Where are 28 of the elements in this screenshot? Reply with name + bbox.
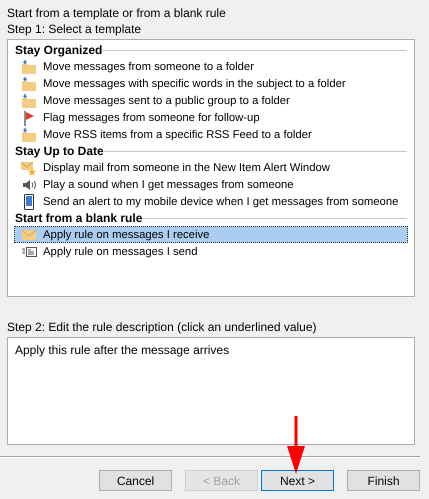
phone-icon	[21, 194, 37, 210]
template-item[interactable]: Display mail from someone in the New Item Alert Window	[14, 159, 408, 176]
template-item[interactable]: Play a sound when I get messages from someone	[14, 176, 408, 193]
template-item[interactable]: Send an alert to my mobile device when I get messages from someone	[14, 193, 408, 210]
group-heading: Start from a blank rule	[14, 211, 142, 225]
template-item[interactable]: Move RSS items from a specific RSS Feed to a folder	[14, 126, 408, 143]
template-item[interactable]: Apply rule on messages I receive	[14, 226, 408, 243]
template-item[interactable]: Move messages with specific words in the subject to a folder	[14, 75, 408, 92]
envelope-icon	[21, 226, 37, 242]
envelope-star-icon	[21, 160, 37, 176]
group-heading: Stay Up to Date	[14, 144, 104, 158]
template-item[interactable]: Move messages from someone to a folder	[14, 58, 408, 75]
dialog-button[interactable]: Cancel	[99, 470, 172, 491]
dialog-button[interactable]: Next >	[261, 470, 334, 491]
template-item[interactable]: Apply rule on messages I send	[14, 243, 408, 260]
folder-icon	[21, 58, 37, 74]
dialog-button[interactable]: Finish	[347, 470, 420, 491]
step-label: Step 2: Edit the rule description (click an underlined value)	[7, 319, 318, 335]
folder-icon	[21, 126, 37, 142]
template-item[interactable]: Flag messages from someone for follow-up	[14, 109, 408, 126]
folder-icon	[21, 92, 37, 108]
folder-icon	[21, 76, 37, 92]
rule-description-text: Apply this rule after the message arrives	[15, 343, 230, 357]
dialog-heading: Start from a template or from a blank rule	[7, 5, 227, 21]
annotation-arrow	[287, 416, 305, 474]
step-label: Step 1: Select a template	[7, 21, 142, 37]
group-heading: Stay Organized	[14, 43, 102, 57]
template-item[interactable]: Move messages sent to a public group to a folder	[14, 92, 408, 109]
